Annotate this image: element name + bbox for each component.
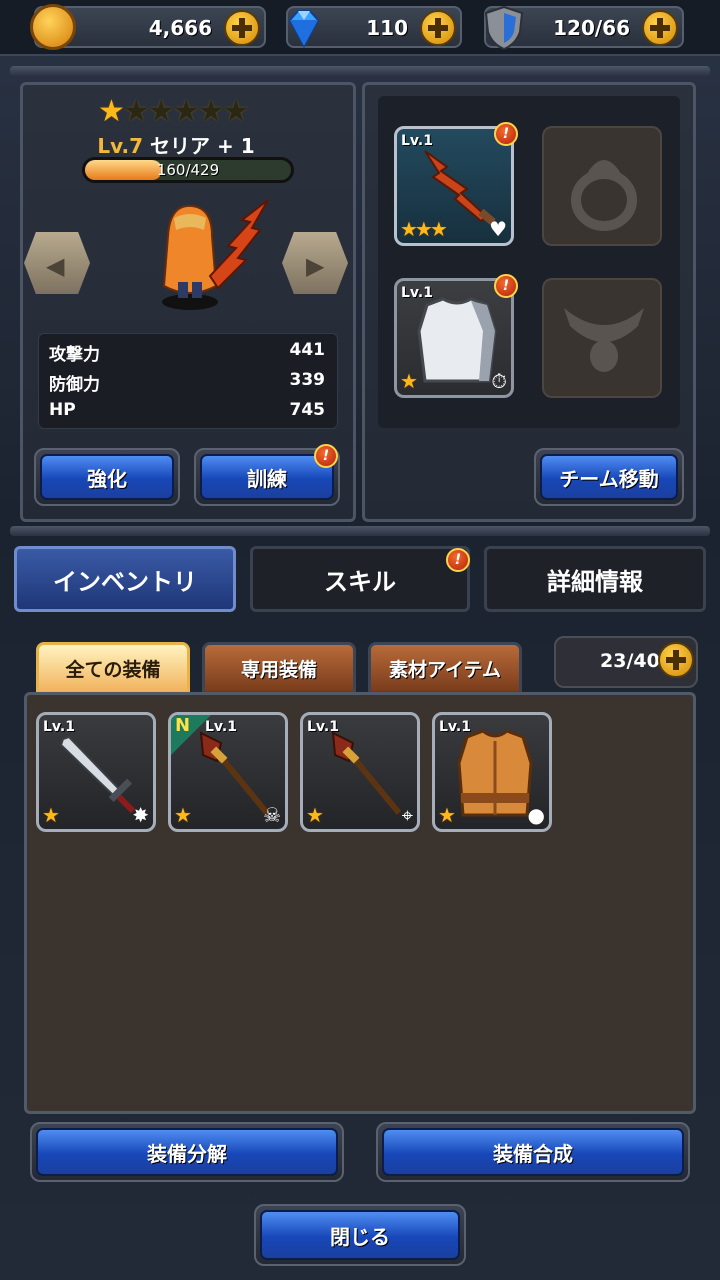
stat-value: 745 (289, 400, 326, 420)
subtab-materials[interactable]: 素材アイテム (368, 642, 522, 694)
gold-value: 4,666 (148, 16, 212, 40)
enhance-label: 強化 (40, 454, 174, 500)
enhance-button[interactable]: 強化 (34, 448, 180, 506)
prev-hero-button[interactable]: ◀ (24, 232, 90, 294)
inventory-count: 23/40 (600, 650, 660, 672)
weapon-alert-icon: ! (494, 122, 518, 146)
ring-icon (571, 160, 637, 231)
chevron-left-icon: ◀ (46, 252, 65, 280)
heart-icon: ♥ (489, 217, 507, 241)
star-empty-icon: ★★★★★ (122, 94, 249, 129)
inventory-item-vest[interactable]: Lv.1 ★ ● (432, 712, 552, 832)
item-level: Lv.1 (205, 719, 237, 735)
inventory-item-staff[interactable]: Lv.1 ★ ⌖ (300, 712, 420, 832)
star-filled-icon: ★ (98, 94, 125, 129)
stat-value: 441 (289, 340, 326, 360)
tab-details[interactable]: 詳細情報 (484, 546, 706, 612)
synthesize-button[interactable]: 装備合成 (376, 1122, 690, 1182)
xp-text: 160/429 (156, 161, 220, 179)
team-move-label: チーム移動 (540, 454, 678, 500)
stamina-counter: 120/66 (484, 5, 684, 51)
expand-inventory-button[interactable] (658, 642, 694, 678)
item-stars: ★ (400, 369, 418, 393)
tab-skills[interactable]: スキル (250, 546, 470, 612)
item-level: Lv.1 (307, 719, 339, 735)
gold-coin-icon (30, 4, 76, 50)
item-level: Lv.1 (401, 133, 433, 149)
resource-bar: 4,666 110 120/66 (0, 0, 720, 56)
gold-counter: 4,666 (30, 4, 266, 50)
sparkle-icon: ✸ (132, 803, 149, 827)
stat-value: 339 (289, 370, 326, 390)
hero-title: Lv.7 セリア + 1 (0, 130, 352, 159)
ring-slot[interactable] (542, 126, 662, 246)
stopwatch-icon: ⏱ (491, 369, 507, 393)
disassemble-button[interactable]: 装備分解 (30, 1122, 344, 1182)
gem-icon (288, 10, 320, 49)
train-alert-icon: ! (314, 444, 338, 468)
frame-divider (10, 526, 710, 536)
chevron-right-icon: ▶ (306, 252, 325, 280)
item-level: Lv.1 (439, 719, 471, 735)
frame-divider (10, 66, 710, 76)
hero-equipment-screen: 4,666 110 120/66 ★★★★★★ Lv.7 セリア + 1 160… (0, 0, 720, 1280)
inventory-item-sword[interactable]: Lv.1 ★ ✸ (36, 712, 156, 832)
necklace-icon (564, 308, 644, 372)
team-move-button[interactable]: チーム移動 (534, 448, 684, 506)
hero-level: Lv.7 (97, 134, 144, 158)
weapon-slot[interactable]: Lv.1 ★★★ ♥ (394, 126, 514, 246)
stat-label: HP (49, 400, 76, 420)
staff-icon (331, 731, 402, 815)
stat-label: 攻撃力 (49, 345, 100, 365)
new-tag-label: N (175, 715, 191, 736)
stamina-value: 120/66 (553, 16, 630, 40)
pouch-icon: ● (527, 803, 545, 827)
close-button[interactable]: 閉じる (254, 1204, 466, 1266)
stat-label: 防御力 (49, 375, 100, 395)
skills-alert-icon: ! (446, 548, 470, 572)
synthesize-label: 装備合成 (382, 1128, 684, 1176)
hero-sprite (162, 199, 269, 310)
skull-icon: ☠ (263, 803, 281, 827)
item-stars: ★ (438, 803, 456, 827)
item-stars: ★ (174, 803, 192, 827)
hero-name: セリア + 1 (150, 134, 255, 158)
hero-xp-bar: 160/429 (82, 157, 294, 183)
subtab-exclusive-equipment[interactable]: 専用装備 (202, 642, 356, 694)
item-stars: ★ (42, 803, 60, 827)
add-gold-button[interactable] (224, 10, 260, 46)
add-gems-button[interactable] (420, 10, 456, 46)
add-stamina-button[interactable] (642, 10, 678, 46)
gem-value: 110 (366, 16, 408, 40)
item-stars: ★ (306, 803, 324, 827)
inventory-item-staff[interactable]: N Lv.1 ★ ☠ (168, 712, 288, 832)
next-hero-button[interactable]: ▶ (282, 232, 348, 294)
shield-icon (484, 5, 524, 51)
item-level: Lv.1 (43, 719, 75, 735)
tab-inventory[interactable]: インベントリ (14, 546, 236, 612)
close-label: 閉じる (260, 1210, 460, 1260)
necklace-slot[interactable] (542, 278, 662, 398)
inventory-capacity: 23/40 (554, 636, 698, 688)
item-level: Lv.1 (401, 285, 433, 301)
hero-stats-box: 攻撃力 441 防御力 339 HP 745 (38, 333, 338, 429)
disassemble-label: 装備分解 (36, 1128, 338, 1176)
armor-alert-icon: ! (494, 274, 518, 298)
crosshair-icon: ⌖ (401, 803, 413, 827)
subtab-all-equipment[interactable]: 全ての装備 (36, 642, 190, 694)
hero-star-rating: ★★★★★★ (98, 94, 249, 129)
armor-slot[interactable]: Lv.1 ★ ⏱ (394, 278, 514, 398)
gem-counter: 110 (286, 6, 462, 49)
train-label: 訓練 (200, 454, 334, 500)
item-stars: ★★★ (400, 217, 448, 241)
